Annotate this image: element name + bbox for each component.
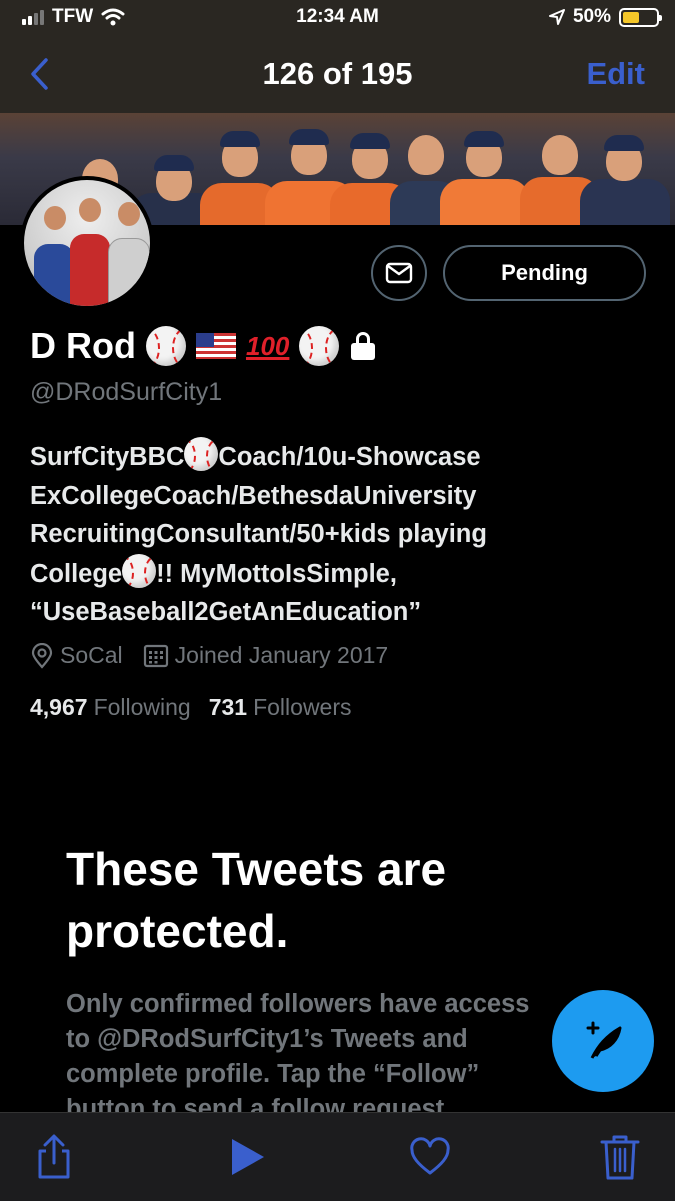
protected-body-line: Only confirmed followers have access — [66, 990, 530, 1018]
play-icon — [232, 1139, 264, 1175]
profile-name-row: D Rod 100 — [30, 325, 377, 367]
pending-follow-button[interactable]: Pending — [443, 245, 646, 301]
profile-location: SoCal — [30, 642, 123, 669]
hundred-points-icon: 100 — [245, 330, 290, 361]
baseball-icon — [145, 326, 186, 366]
protected-title: These Tweets are protected. — [66, 843, 447, 957]
display-name: D Rod — [30, 325, 136, 366]
protected-body: Only confirmed followers have access to … — [66, 987, 586, 1112]
bio-text: SurfCityBBC — [30, 443, 185, 471]
joined-text: Joined January 2017 — [174, 642, 389, 668]
profile-handle: @DRodSurfCity1 — [30, 378, 223, 406]
profile-bio: SurfCityBBC Coach/10u-Showcase ExCollegeC… — [30, 437, 650, 632]
profile-avatar[interactable] — [20, 176, 154, 310]
status-bar: TFW 12:34 AM 50% — [0, 0, 675, 38]
baseball-icon — [299, 326, 340, 366]
play-button[interactable] — [222, 1133, 270, 1181]
compose-feather-icon — [586, 1021, 622, 1059]
status-right: 50% — [548, 6, 662, 28]
followers-label: Followers — [253, 694, 352, 720]
bio-text: Coach/10u-Showcase — [218, 443, 481, 471]
baseball-icon — [122, 553, 157, 588]
battery-percent: 50% — [572, 6, 611, 27]
baseball-icon — [184, 437, 219, 471]
profile-joined: Joined January 2017 — [143, 642, 389, 669]
compose-tweet-button[interactable] — [552, 990, 654, 1092]
photos-bottom-toolbar — [0, 1112, 675, 1201]
bio-text: College — [30, 559, 123, 588]
following-link[interactable]: 4,967 Following — [30, 694, 191, 721]
follow-counts: 4,967 Following 731 Followers — [30, 694, 352, 721]
heart-icon — [410, 1137, 450, 1175]
battery-charging-icon — [619, 7, 662, 27]
photos-nav-bar: 126 of 195 Edit — [0, 44, 675, 104]
protected-body-line: button to send a follow request. — [66, 1095, 452, 1112]
location-pin-icon — [31, 642, 53, 669]
photo-counter-title: 126 of 195 — [262, 56, 413, 91]
followers-count: 731 — [208, 694, 248, 720]
bio-text: ExCollegeCoach/BethesdaUniversity — [30, 481, 477, 510]
following-label: Following — [93, 694, 191, 720]
followers-link[interactable]: 731 Followers — [209, 694, 352, 721]
calendar-icon — [143, 644, 168, 667]
location-arrow-icon — [548, 9, 565, 25]
share-icon — [38, 1134, 70, 1179]
bio-text: “UseBaseball2GetAnEducation” — [30, 598, 422, 626]
lock-icon — [349, 332, 377, 360]
location-text: SoCal — [60, 642, 123, 668]
edit-button[interactable]: Edit — [586, 56, 645, 92]
photos-top-bar: TFW 12:34 AM 50% 126 of 195 Edit — [0, 0, 675, 113]
envelope-icon — [385, 262, 413, 284]
bio-text: RecruitingConsultant/50+kids playing — [30, 520, 487, 548]
message-button[interactable] — [371, 245, 427, 301]
bio-text: !! MyMottoIsSimple, — [156, 559, 397, 588]
us-flag-icon — [195, 333, 236, 359]
protected-body-line: to @DRodSurfCity1’s Tweets and — [66, 1025, 468, 1053]
profile-meta: SoCal Joined January 2017 — [30, 642, 408, 669]
favorite-button[interactable] — [406, 1133, 454, 1181]
delete-button[interactable] — [596, 1133, 644, 1181]
protected-body-line: complete profile. Tap the “Follow” — [66, 1060, 480, 1088]
share-button[interactable] — [30, 1133, 78, 1181]
following-count: 4,967 — [30, 694, 88, 720]
trash-icon — [600, 1135, 640, 1180]
